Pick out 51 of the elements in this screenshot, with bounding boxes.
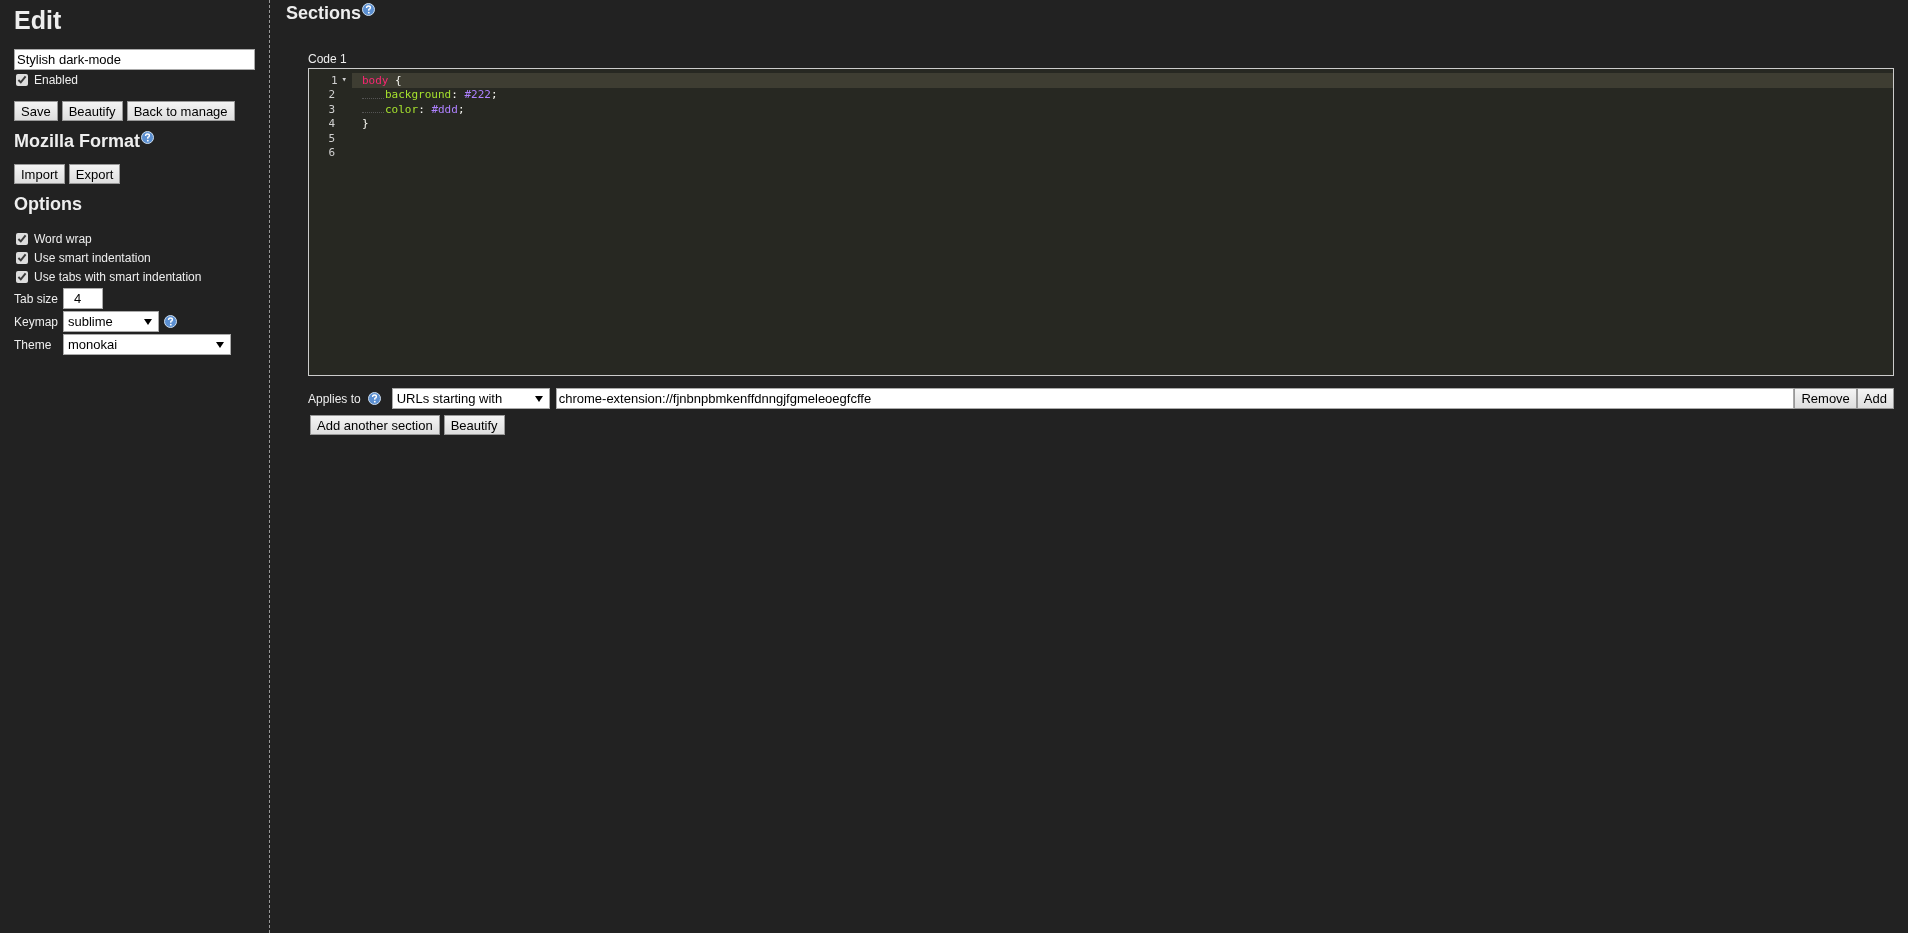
theme-select[interactable]: monokai [63, 334, 231, 355]
line-number: 4 [328, 117, 335, 131]
section-heading: Options [14, 194, 82, 215]
section-button[interactable]: Beautify [443, 415, 505, 435]
option-checkbox[interactable] [16, 251, 28, 264]
applies-button[interactable]: Add [1856, 388, 1894, 409]
applies-button[interactable]: Remove [1794, 388, 1857, 409]
code-label: Code 1 [308, 52, 348, 66]
line-number: 3 [328, 102, 335, 116]
enabled-label: Enabled [34, 73, 79, 87]
code-line: background: #222; [385, 88, 498, 102]
line-number: 1 [330, 73, 338, 87]
name-field[interactable]: Stylish dark-mode [14, 49, 255, 70]
applies-type-select[interactable]: URLs starting with [391, 388, 550, 409]
code-editor[interactable]: 1 ▾ body { 2 background: #222; 3 color: #ddd; 4 } 5 6 [308, 68, 1894, 376]
url-field[interactable]: chrome-extension://fjnbnpbmkenffdnngjfgmeleoegfcffe [555, 388, 1795, 409]
help-icon[interactable] [367, 392, 381, 405]
section-button[interactable]: Add another section [310, 415, 440, 435]
option-label: Word wrap [34, 231, 92, 246]
tab-size-label: Tab size [14, 291, 59, 306]
format-button[interactable]: Export [68, 164, 121, 184]
caret-icon [216, 341, 224, 348]
action-button[interactable]: Beautify [61, 101, 123, 121]
section-heading: Mozilla Format [14, 131, 140, 152]
line-number: 5 [328, 131, 335, 145]
keymap-label: Keymap [14, 314, 59, 329]
enabled-checkbox[interactable] [16, 74, 28, 86]
fold-marker[interactable]: ▾ [341, 73, 347, 87]
option-checkbox[interactable] [16, 270, 28, 283]
tab-size-field[interactable]: 4 [63, 288, 103, 309]
caret-icon [144, 318, 152, 325]
applies-label: Applies to [308, 391, 361, 406]
code-line: color: #ddd; [385, 102, 465, 116]
format-button[interactable]: Import [14, 164, 65, 184]
page-title: Edit [14, 6, 63, 35]
help-icon[interactable] [164, 315, 177, 328]
code-line: body { [362, 73, 402, 87]
action-button[interactable]: Back to manage [126, 101, 235, 121]
option-label: Use smart indentation [34, 250, 151, 265]
line-number: 2 [328, 88, 335, 102]
sections-heading: Sections [286, 3, 362, 24]
action-button[interactable]: Save [14, 101, 58, 121]
theme-label: Theme [14, 337, 53, 352]
caret-icon [534, 395, 543, 402]
help-icon[interactable] [141, 131, 154, 144]
keymap-select[interactable]: sublime [63, 311, 159, 332]
line-number: 6 [328, 146, 335, 160]
help-icon[interactable] [362, 3, 376, 16]
option-checkbox[interactable] [16, 232, 28, 245]
option-label: Use tabs with smart indentation [34, 269, 202, 284]
code-line: } [362, 117, 369, 131]
